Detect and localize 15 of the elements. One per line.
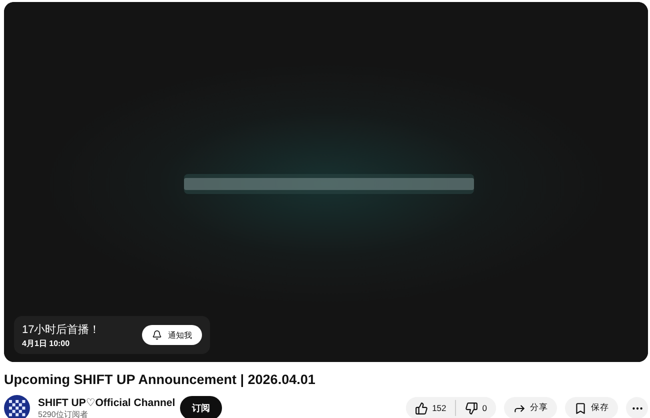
subscribe-button[interactable]: 订阅 (180, 396, 222, 418)
bell-icon (152, 330, 162, 340)
thumbs-up-icon (415, 402, 428, 414)
premiere-date: 4月1日 10:00 (22, 338, 71, 348)
save-button[interactable]: 保存 (565, 397, 618, 418)
bookmark-icon (574, 402, 587, 414)
thumbs-down-icon (465, 402, 478, 414)
channel-avatar[interactable] (4, 395, 30, 418)
more-button[interactable] (626, 397, 648, 418)
notify-button[interactable]: 通知我 (142, 325, 202, 345)
video-title: Upcoming SHIFT UP Announcement | 2026.04.01 (4, 372, 316, 387)
subscriber-count: 5290位订阅者 (38, 408, 89, 418)
premiere-countdown: 17小时后首播！ (22, 322, 100, 336)
channel-name[interactable]: SHIFT UP♡Official Channel (38, 396, 174, 408)
share-button[interactable]: 分享 (504, 397, 557, 418)
